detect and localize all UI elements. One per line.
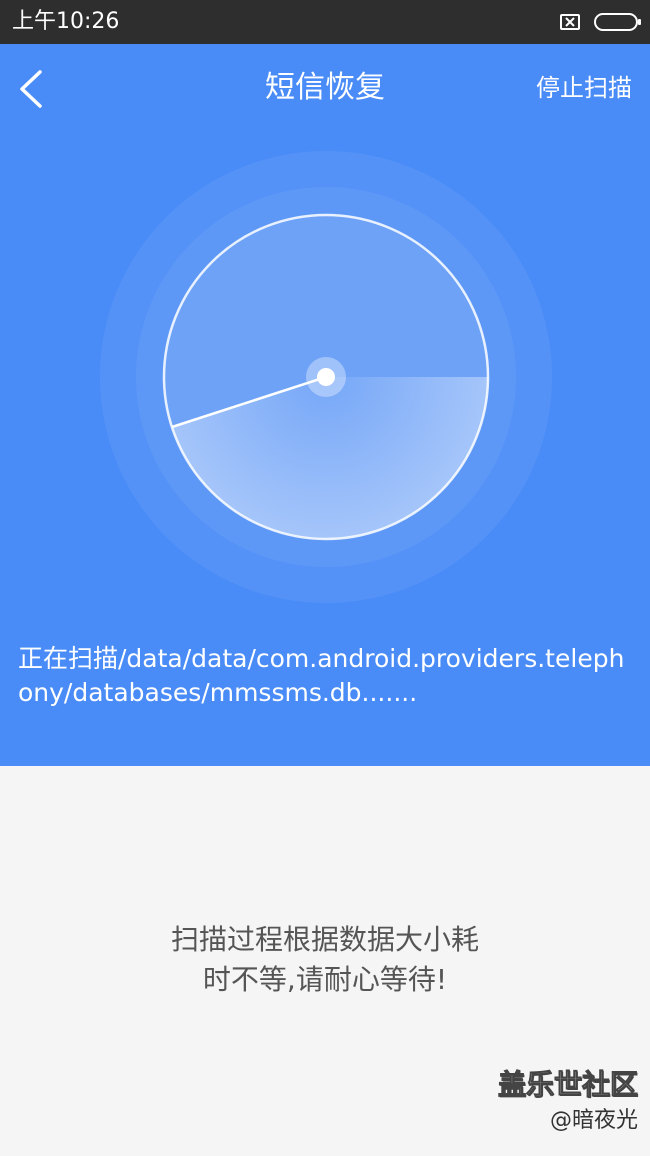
status-bar: 上午10:26 bbox=[0, 0, 650, 44]
watermark-brand: 盖乐世社区 bbox=[497, 1068, 638, 1102]
scan-header: 短信恢复 停止扫描 正在扫描/data/data/com.android.pro… bbox=[0, 44, 650, 766]
watermark: 盖乐世社区 @暗夜光 bbox=[497, 1068, 638, 1136]
scan-hint-text: 扫描过程根据数据大小耗 时不等,请耐心等待! bbox=[170, 923, 479, 996]
scan-status-text: 正在扫描/data/data/com.android.providers.tel… bbox=[18, 644, 625, 707]
chevron-left-icon bbox=[20, 70, 42, 108]
page: 上午10:26 短信恢复 停止扫描 正在扫描/data/data/com.and… bbox=[0, 0, 650, 1156]
stop-scan-button[interactable]: 停止扫描 bbox=[536, 70, 632, 106]
sim-icon bbox=[560, 14, 580, 30]
radar-center-dot bbox=[317, 368, 335, 386]
battery-icon bbox=[594, 13, 641, 31]
back-button[interactable] bbox=[6, 62, 54, 116]
status-icons bbox=[560, 10, 641, 34]
watermark-user: @暗夜光 bbox=[549, 1108, 638, 1133]
status-time: 上午10:26 bbox=[12, 9, 120, 34]
